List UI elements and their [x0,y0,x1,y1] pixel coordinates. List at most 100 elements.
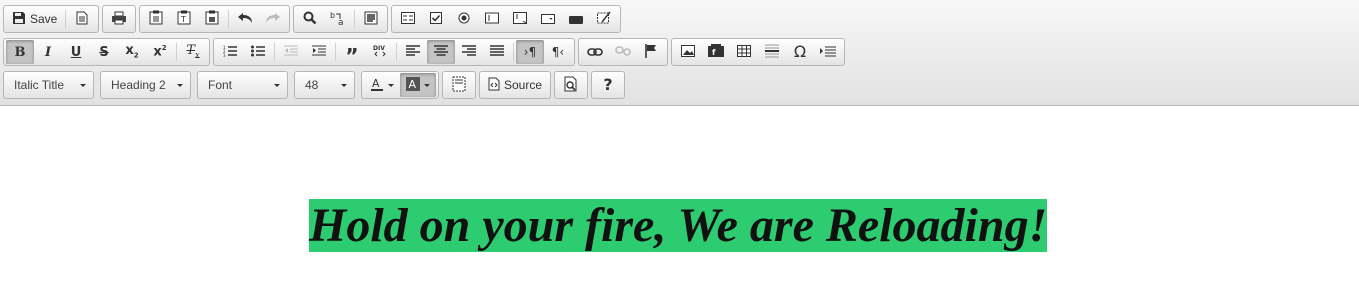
background-color-button[interactable]: A [400,73,436,97]
table-button[interactable] [730,40,758,64]
font-size-dropdown[interactable]: 48 [294,71,355,99]
undo-button[interactable] [231,7,259,31]
subscript-icon: x2 [125,43,139,60]
flash-icon: f [708,43,724,61]
blockquote-button[interactable]: ” [338,40,366,68]
link-button[interactable] [581,40,609,64]
bold-icon: B [14,44,26,60]
checkbox-button[interactable] [422,7,450,31]
bulleted-list-button[interactable] [244,40,272,64]
div-container-icon: DIV [373,44,387,61]
subscript-button[interactable]: x2 [118,40,146,64]
align-right-button[interactable] [455,40,483,64]
svg-text:T: T [180,15,186,24]
styles-dropdown[interactable]: Italic Title [3,71,94,99]
document-group: Save [3,5,100,33]
background-color-icon: A [406,76,420,94]
printer-icon [111,11,127,28]
numbered-list-icon: 123 [223,44,237,60]
text-direction-ltr-button[interactable]: ›¶ [516,40,544,64]
highlighted-heading[interactable]: Hold on your fire, We are Reloading! [309,199,1047,252]
font-dropdown-value: Font [208,78,233,92]
text-field-icon [485,11,500,27]
toolbar-row-2: B I U S x2 x2 Tx 1 2 3 ” DIV ›¶ ¶‹ f Ω [3,37,848,67]
quote-icon: ” [345,44,359,68]
separator [354,10,356,28]
ltr-icon: ›¶ [523,45,537,59]
form-button[interactable] [394,7,422,31]
redo-button[interactable] [259,7,287,31]
text-color-icon: A [370,77,384,94]
preview-button[interactable] [557,73,585,97]
new-page-button[interactable] [68,7,96,31]
radio-button[interactable] [450,7,478,31]
undo-icon [237,11,253,27]
strikethrough-icon: S [99,44,109,60]
find-button[interactable] [296,7,324,31]
source-group: Source [479,71,552,99]
anchor-button[interactable] [637,40,665,64]
decrease-indent-button[interactable] [277,40,305,64]
replace-icon: ba [330,10,346,29]
show-blocks-icon [452,76,466,95]
new-page-icon [76,11,88,28]
textarea-button[interactable] [506,7,534,31]
text-color-button[interactable]: A [364,73,400,97]
select-all-button[interactable] [357,7,385,31]
help-group: ? [591,71,626,99]
help-button[interactable]: ? [594,73,622,97]
chevron-down-icon [424,83,430,87]
select-field-button[interactable] [534,7,562,31]
clipboard-group: T [139,5,291,33]
page-break-button[interactable] [814,40,842,64]
separator [513,43,514,61]
horizontal-line-button[interactable] [758,40,786,64]
link-icon [587,44,603,60]
form-button-button[interactable] [562,7,590,31]
save-label: Save [30,12,58,26]
font-dropdown[interactable]: Font [197,71,288,99]
paste-button[interactable] [142,7,170,31]
image-button[interactable] [674,40,702,64]
underline-icon: U [70,44,82,60]
align-left-button[interactable] [399,40,427,64]
superscript-button[interactable]: x2 [146,40,174,64]
create-div-button[interactable]: DIV [366,40,394,64]
editor-content-area[interactable] [0,107,1359,281]
text-field-button[interactable] [478,7,506,31]
special-character-button[interactable]: Ω [786,40,814,64]
bold-button[interactable]: B [6,40,34,64]
increase-indent-button[interactable] [305,40,333,64]
button-icon [569,11,584,27]
paste-word-button[interactable] [198,7,226,31]
basic-styles-group: B I U S x2 x2 Tx [3,38,210,66]
rtl-icon: ¶‹ [551,45,565,59]
forms-group [391,5,622,33]
separator [176,43,177,61]
flash-button[interactable]: f [702,40,730,64]
italic-button[interactable]: I [34,40,62,64]
source-button[interactable]: Source [482,73,548,97]
text-direction-rtl-button[interactable]: ¶‹ [544,40,572,64]
preview-icon [564,76,578,95]
replace-button[interactable]: ba [324,7,352,31]
format-dropdown[interactable]: Heading 2 [100,71,191,99]
svg-text:DIV: DIV [373,45,385,52]
hidden-field-button[interactable] [590,7,618,31]
paste-text-button[interactable]: T [170,7,198,31]
justify-button[interactable] [483,40,511,64]
superscript-icon: x2 [153,44,167,60]
numbered-list-button[interactable]: 123 [216,40,244,64]
print-button[interactable] [105,7,133,31]
underline-button[interactable]: U [62,40,90,64]
page-break-icon [820,44,836,60]
table-icon [737,44,751,60]
show-blocks-button[interactable] [445,73,473,97]
chevron-down-icon [274,83,280,87]
textarea-icon [513,11,528,27]
align-center-button[interactable] [427,40,455,64]
strikethrough-button[interactable]: S [90,40,118,64]
unlink-button[interactable] [609,40,637,64]
save-button[interactable]: Save [6,7,63,31]
remove-format-button[interactable]: Tx [179,40,207,64]
